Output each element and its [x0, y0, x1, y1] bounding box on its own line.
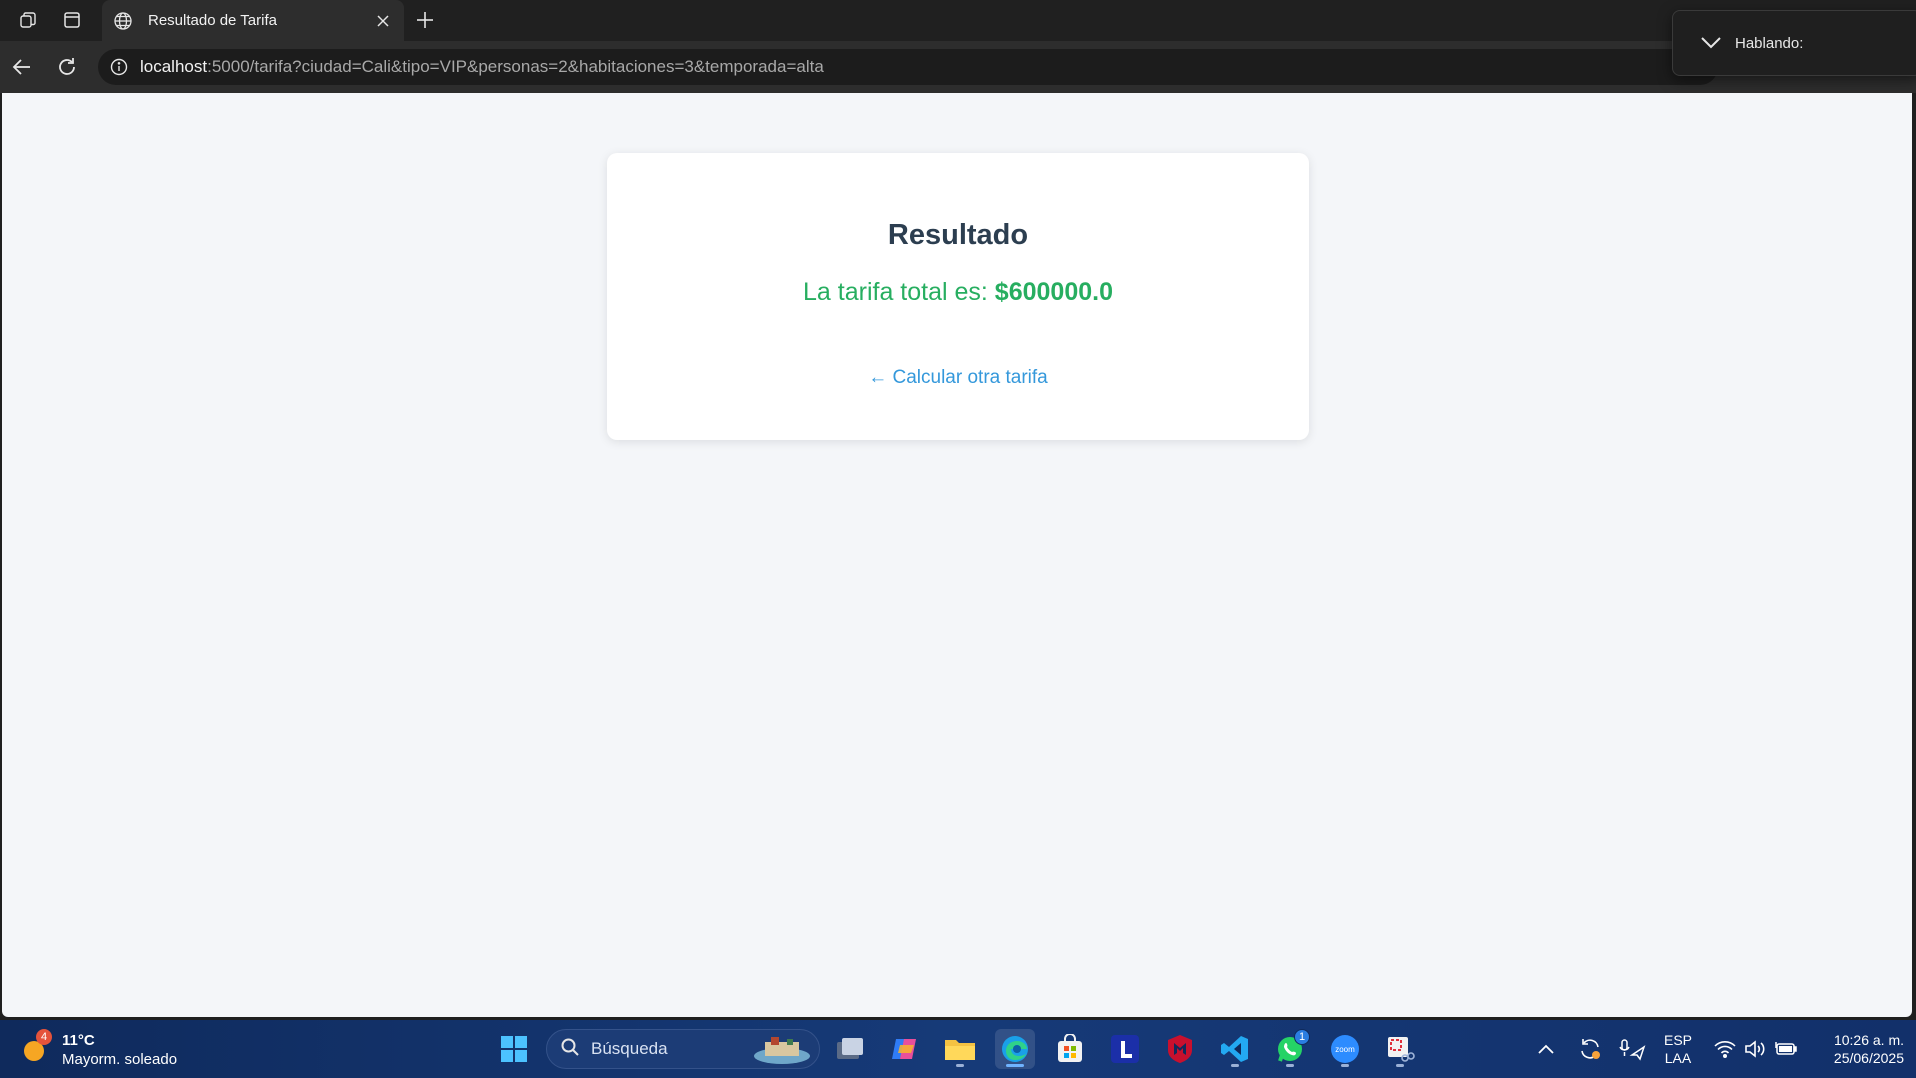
new-tab-icon[interactable]	[410, 6, 440, 34]
search-icon	[561, 1038, 579, 1061]
tab-title: Resultado de Tarifa	[148, 12, 277, 29]
zoom-icon[interactable]: zoom	[1325, 1029, 1365, 1069]
search-highlight-image	[753, 1034, 811, 1064]
clock-date: 25/06/2025	[1833, 1050, 1904, 1066]
globe-icon	[112, 10, 134, 32]
zoom-icon-label: zoom	[1335, 1045, 1355, 1054]
show-hidden-icons-chevron-up-icon[interactable]	[1538, 1020, 1554, 1078]
sync-icon[interactable]	[1578, 1020, 1602, 1078]
result-text: La tarifa total es: $600000.0	[607, 278, 1309, 307]
speaking-label: Hablando:	[1735, 34, 1804, 52]
back-arrow-icon[interactable]	[6, 51, 38, 83]
l-app-icon[interactable]	[1105, 1029, 1145, 1069]
weather-temperature: 11°C	[62, 1032, 95, 1049]
wifi-icon[interactable]	[1714, 1020, 1736, 1078]
url-host: localhost	[140, 57, 208, 76]
file-explorer-icon[interactable]	[940, 1029, 980, 1069]
workspaces-icon[interactable]	[12, 6, 44, 34]
language-line1: ESP	[1664, 1032, 1693, 1048]
page-title: Resultado	[887, 219, 1029, 251]
back-link[interactable]: ← Calcular otra tarifa	[868, 367, 1048, 389]
weather-badge: 4	[36, 1029, 52, 1045]
battery-icon[interactable]	[1774, 1020, 1798, 1078]
mcafee-icon[interactable]	[1160, 1029, 1200, 1069]
language-line2: LAA	[1664, 1050, 1692, 1066]
task-view-icon[interactable]	[830, 1029, 870, 1069]
clock-time: 10:26 a. m.	[1833, 1032, 1904, 1048]
snipping-tool-icon[interactable]	[1380, 1029, 1420, 1069]
result-card: Resultado La tarifa total es: $600000.0 …	[607, 153, 1309, 440]
search-placeholder: Búsqueda	[591, 1039, 668, 1058]
volume-icon[interactable]	[1744, 1020, 1766, 1078]
browser-tab-bar: Resultado de Tarifa	[0, 0, 1916, 41]
copilot-icon[interactable]	[885, 1029, 925, 1069]
speaking-notification: Hablando:	[1672, 10, 1916, 76]
tab-actions-icon[interactable]	[56, 6, 88, 34]
site-info-icon[interactable]	[108, 56, 130, 78]
microsoft-store-icon[interactable]	[1050, 1029, 1090, 1069]
windows-taskbar: 4 11°C Mayorm. soleado Búsqueda 1 zoom E…	[0, 1020, 1916, 1078]
weather-widget[interactable]: 4 11°C Mayorm. soleado	[20, 1028, 177, 1072]
whatsapp-icon[interactable]: 1	[1270, 1029, 1310, 1069]
result-amount: $600000.0	[994, 278, 1113, 306]
browser-toolbar: localhost:5000/tarifa?ciudad=Cali&tipo=V…	[0, 41, 1916, 93]
address-bar[interactable]: localhost:5000/tarifa?ciudad=Cali&tipo=V…	[98, 49, 1718, 85]
start-windows-icon[interactable]	[494, 1029, 534, 1069]
taskbar-search[interactable]: Búsqueda	[546, 1029, 820, 1069]
chevron-down-icon[interactable]	[1699, 31, 1723, 55]
whatsapp-badge: 1	[1294, 1029, 1310, 1045]
vscode-icon[interactable]	[1215, 1029, 1255, 1069]
result-prefix: La tarifa total es:	[803, 278, 995, 306]
weather-condition: Mayorm. soleado	[62, 1051, 178, 1068]
microphone-location-icon[interactable]	[1618, 1020, 1646, 1078]
url-text[interactable]: localhost:5000/tarifa?ciudad=Cali&tipo=V…	[140, 57, 824, 77]
weather-sun-icon: 4	[20, 1029, 54, 1067]
tab-active[interactable]: Resultado de Tarifa	[102, 0, 404, 41]
tab-close-icon[interactable]	[370, 8, 396, 34]
language-indicator[interactable]: ESP LAA	[1664, 1020, 1692, 1078]
reload-icon[interactable]	[51, 51, 83, 83]
clock[interactable]: 10:26 a. m. 25/06/2025	[1808, 1020, 1904, 1078]
page-viewport: Resultado La tarifa total es: $600000.0 …	[2, 93, 1912, 1017]
url-path: :5000/tarifa?ciudad=Cali&tipo=VIP&person…	[207, 57, 824, 76]
edge-browser-icon[interactable]	[995, 1029, 1035, 1069]
